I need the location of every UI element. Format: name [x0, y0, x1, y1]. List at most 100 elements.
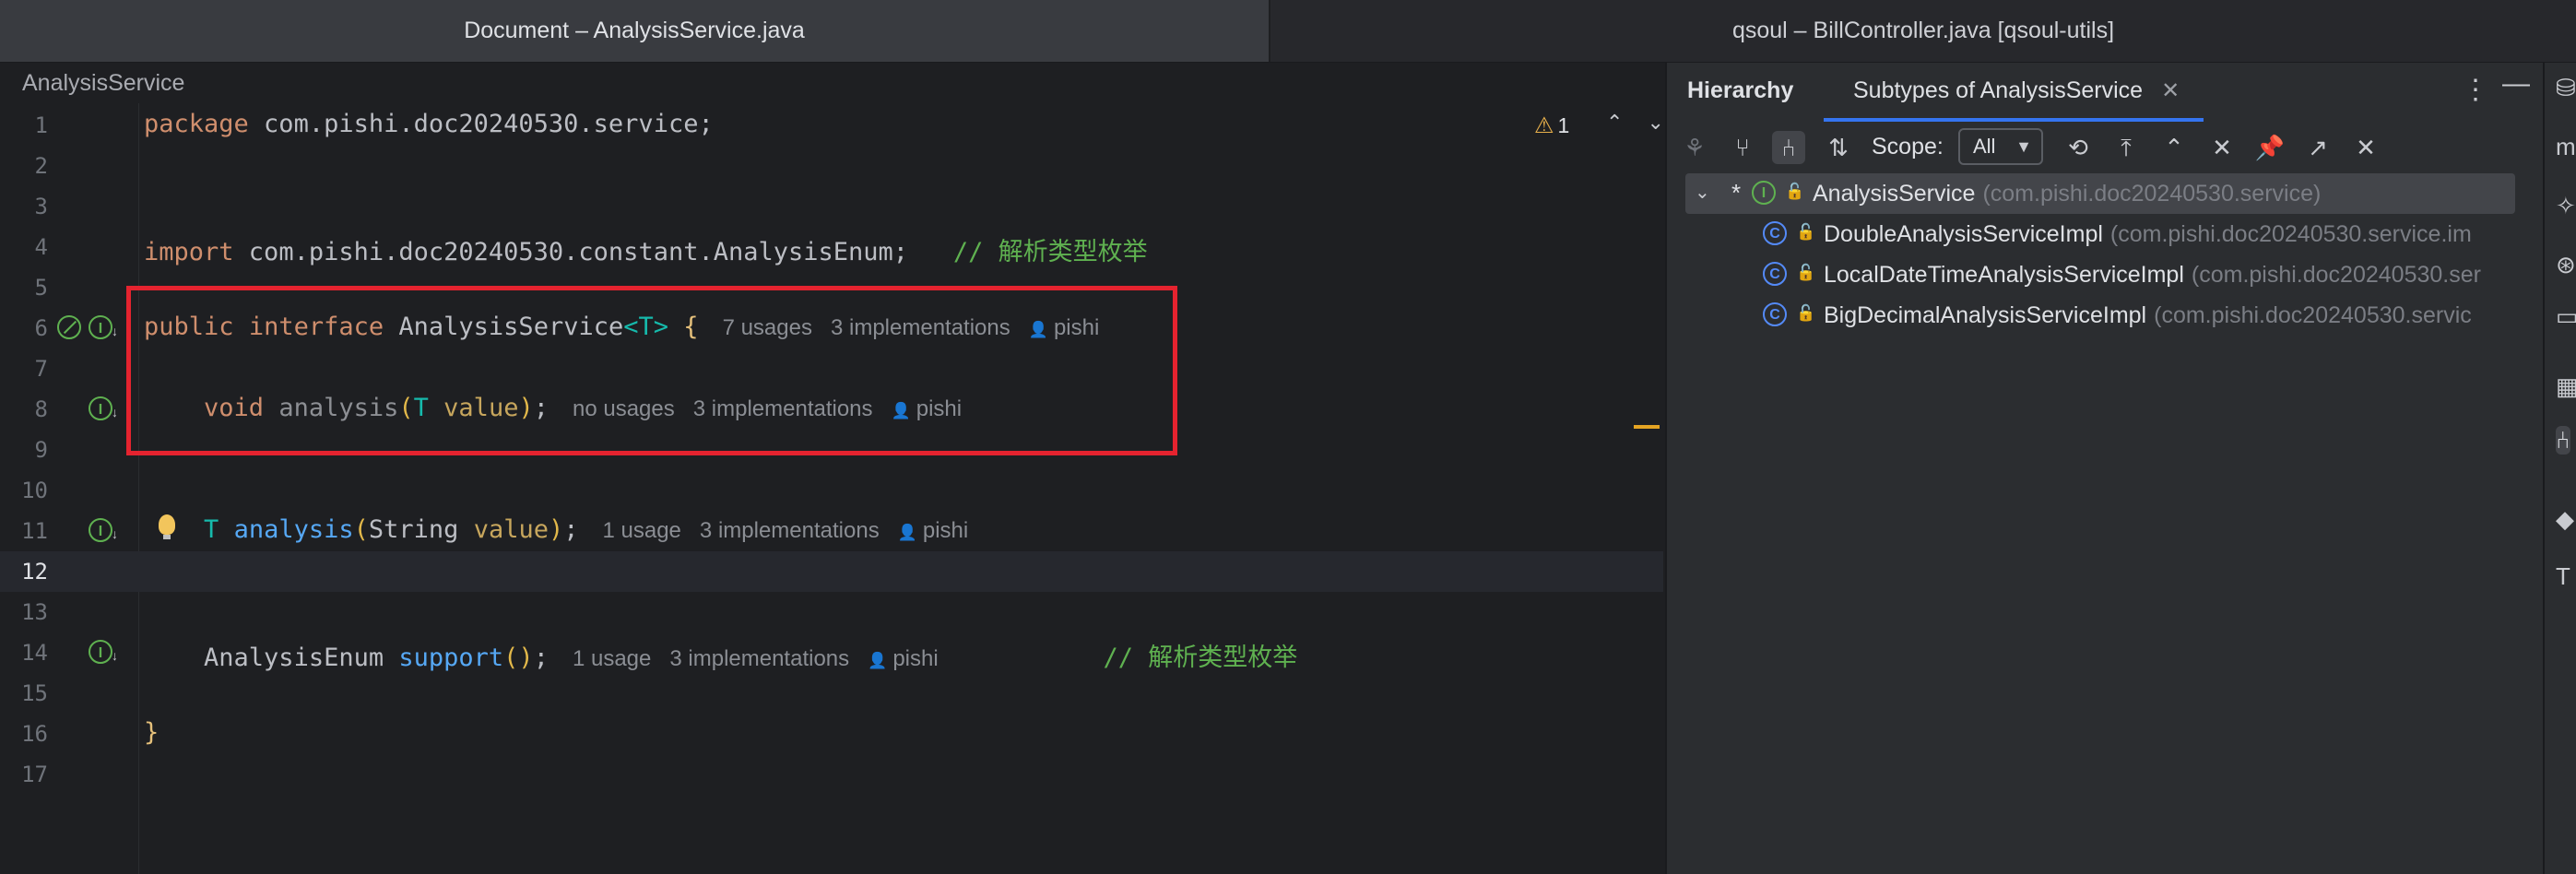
- method-name: support: [398, 644, 504, 672]
- minimize-icon[interactable]: —: [2502, 68, 2530, 100]
- public-access-icon: 🔓: [1796, 264, 1816, 281]
- package-name: (com.pishi.doc20240530.service.im: [2109, 221, 2472, 247]
- hierarchy-icon[interactable]: ⑃: [2556, 426, 2570, 455]
- line-number: 12: [21, 559, 48, 585]
- return-type: T: [204, 515, 219, 544]
- tree-item-label: LocalDateTimeAnalysisServiceImpl (com.pis…: [1824, 262, 2481, 289]
- tab-subtypes[interactable]: Subtypes of AnalysisService ✕: [1824, 63, 2204, 122]
- tree-item[interactable]: C 🔓 LocalDateTimeAnalysisServiceImpl (com…: [1667, 254, 2543, 295]
- user-icon: 👤: [868, 652, 888, 669]
- folder-icon[interactable]: ▭: [2556, 302, 2576, 331]
- code-line[interactable]: 14 I ↓ AnalysisEnum support(); 1 usage 3 i…: [0, 632, 1663, 673]
- window-tab-label: qsoul – BillController.java [qsoul-utils…: [1731, 18, 2115, 43]
- tree-item[interactable]: C 🔓 DoubleAnalysisServiceImpl (com.pishi.…: [1667, 214, 2543, 254]
- scope-value: All: [1973, 135, 1996, 158]
- more-options-icon[interactable]: ⋮: [2462, 74, 2489, 106]
- usages-link[interactable]: 1 usage: [573, 646, 651, 671]
- method-name: analysis: [233, 515, 354, 544]
- param-name: value: [473, 515, 549, 544]
- line-number: 7: [34, 356, 48, 382]
- code-text: AnalysisEnum support(); 1 usage 3 impleme…: [144, 637, 1297, 673]
- database-icon[interactable]: ⛁: [2556, 74, 2576, 102]
- implemented-gutter-icon[interactable]: I ↓: [89, 518, 118, 542]
- scope-select[interactable]: All ▼: [1958, 128, 2043, 165]
- implementations-link[interactable]: 3 implementations: [669, 646, 849, 671]
- hierarchy-panel: Hierarchy Subtypes of AnalysisService ✕ …: [1665, 63, 2543, 874]
- implemented-gutter-icon[interactable]: I ↓: [89, 396, 118, 420]
- close-icon[interactable]: ✕: [2161, 77, 2180, 104]
- implementations-link[interactable]: 3 implementations: [700, 518, 880, 543]
- semicolon: ;: [563, 515, 579, 544]
- structure-icon[interactable]: ▦: [2556, 372, 2576, 401]
- tree-root[interactable]: ⌄ * I 🔓 AnalysisService (com.pishi.doc202…: [1667, 173, 2543, 214]
- class-icon: C: [1763, 302, 1787, 326]
- brace: }: [144, 718, 160, 747]
- package-name: (com.pishi.doc20240530.service): [1982, 181, 2322, 207]
- base-class-icon[interactable]: ⤒: [2109, 131, 2143, 164]
- open-in-editor-icon[interactable]: ↗: [2301, 131, 2334, 164]
- line-number: 3: [34, 194, 48, 219]
- refresh-icon[interactable]: ⟲: [2062, 131, 2095, 164]
- paren: (): [503, 644, 534, 672]
- code-line[interactable]: 2: [0, 146, 1663, 186]
- code-line[interactable]: 3: [0, 186, 1663, 227]
- close-hierarchy-icon[interactable]: ✕: [2349, 131, 2382, 164]
- pin-icon[interactable]: 📌: [2253, 131, 2286, 164]
- class-name: DoubleAnalysisServiceImpl: [1824, 221, 2103, 247]
- window-tab-document[interactable]: Document – AnalysisService.java: [0, 0, 1270, 62]
- sort-alpha-icon[interactable]: ⇅: [1822, 131, 1855, 164]
- right-tool-stripe: ⛁ m ✧ ⊛ ▭ ▦ ⑃ ◆ T: [2543, 63, 2576, 874]
- no-impl-gutter-icon[interactable]: [57, 315, 81, 339]
- line-number: 10: [21, 478, 48, 503]
- implemented-gutter-icon[interactable]: I ↓: [89, 640, 118, 664]
- dropdown-caret-icon: ▼: [2015, 137, 2032, 156]
- usages-link[interactable]: 1 usage: [603, 518, 681, 543]
- code-line[interactable]: 13: [0, 592, 1663, 632]
- maven-icon[interactable]: m: [2556, 133, 2576, 161]
- class-hierarchy-icon[interactable]: ⚘: [1678, 131, 1711, 164]
- code-line[interactable]: 11 I ↓ T analysis(String value); 1 usage 3…: [0, 511, 1663, 551]
- expand-all-icon[interactable]: ⌃: [2157, 131, 2191, 164]
- supertypes-icon[interactable]: ⑂: [1726, 131, 1759, 164]
- class-name: LocalDateTimeAnalysisServiceImpl: [1824, 262, 2184, 288]
- code-text: }: [144, 718, 159, 747]
- panel-title: Hierarchy: [1687, 77, 1794, 103]
- tree-item-label: DoubleAnalysisServiceImpl (com.pishi.doc2…: [1824, 221, 2472, 248]
- ai-assistant-icon[interactable]: ✧: [2556, 192, 2576, 220]
- code-text: import com.pishi.doc20240530.constant.An…: [144, 231, 1148, 267]
- keyword: package: [144, 110, 249, 138]
- text-icon[interactable]: T: [2556, 562, 2570, 591]
- class-icon: C: [1763, 262, 1787, 286]
- line-number: 2: [34, 153, 48, 179]
- plugin-icon[interactable]: ◆: [2556, 505, 2574, 534]
- collapse-all-icon[interactable]: ✕: [2205, 131, 2239, 164]
- gamepad-icon[interactable]: ⊛: [2556, 251, 2576, 279]
- return-type: AnalysisEnum: [204, 644, 384, 672]
- code-line[interactable]: 16 }: [0, 714, 1663, 754]
- implemented-gutter-icon[interactable]: I ↓: [89, 315, 118, 339]
- window-tab-label: Document – AnalysisService.java: [464, 18, 805, 43]
- public-access-icon: 🔓: [1796, 223, 1816, 241]
- subtypes-icon[interactable]: ⑃: [1772, 131, 1805, 164]
- class-name: AnalysisService: [1813, 181, 1976, 207]
- code-comment: // 解析类型枚举: [952, 238, 1148, 266]
- tree-item-label: BigDecimalAnalysisServiceImpl (com.pishi.…: [1824, 302, 2472, 329]
- chevron-down-icon[interactable]: ⌄: [1695, 181, 1710, 204]
- tree-item[interactable]: C 🔓 BigDecimalAnalysisServiceImpl (com.pi…: [1667, 295, 2543, 336]
- window-tab-qsoul[interactable]: qsoul – BillController.java [qsoul-utils…: [1270, 0, 2576, 62]
- code-line[interactable]: 1 package com.pishi.doc20240530.service;: [0, 105, 1663, 146]
- code-line[interactable]: 17: [0, 754, 1663, 795]
- line-number: 15: [21, 680, 48, 706]
- author-link[interactable]: pishi: [923, 518, 968, 543]
- keyword: import: [144, 238, 234, 266]
- code-line[interactable]: 15: [0, 673, 1663, 714]
- interface-icon: I: [1752, 181, 1776, 205]
- code-line[interactable]: 4 import com.pishi.doc20240530.constant.…: [0, 227, 1663, 267]
- author-link[interactable]: pishi: [892, 646, 938, 671]
- line-number: 4: [34, 234, 48, 260]
- code-line[interactable]: 10: [0, 470, 1663, 511]
- code-line-current[interactable]: 12: [0, 551, 1663, 592]
- class-icon: C: [1763, 221, 1787, 245]
- breadcrumb-item[interactable]: AnalysisService: [22, 70, 184, 97]
- line-number: 11: [21, 518, 48, 544]
